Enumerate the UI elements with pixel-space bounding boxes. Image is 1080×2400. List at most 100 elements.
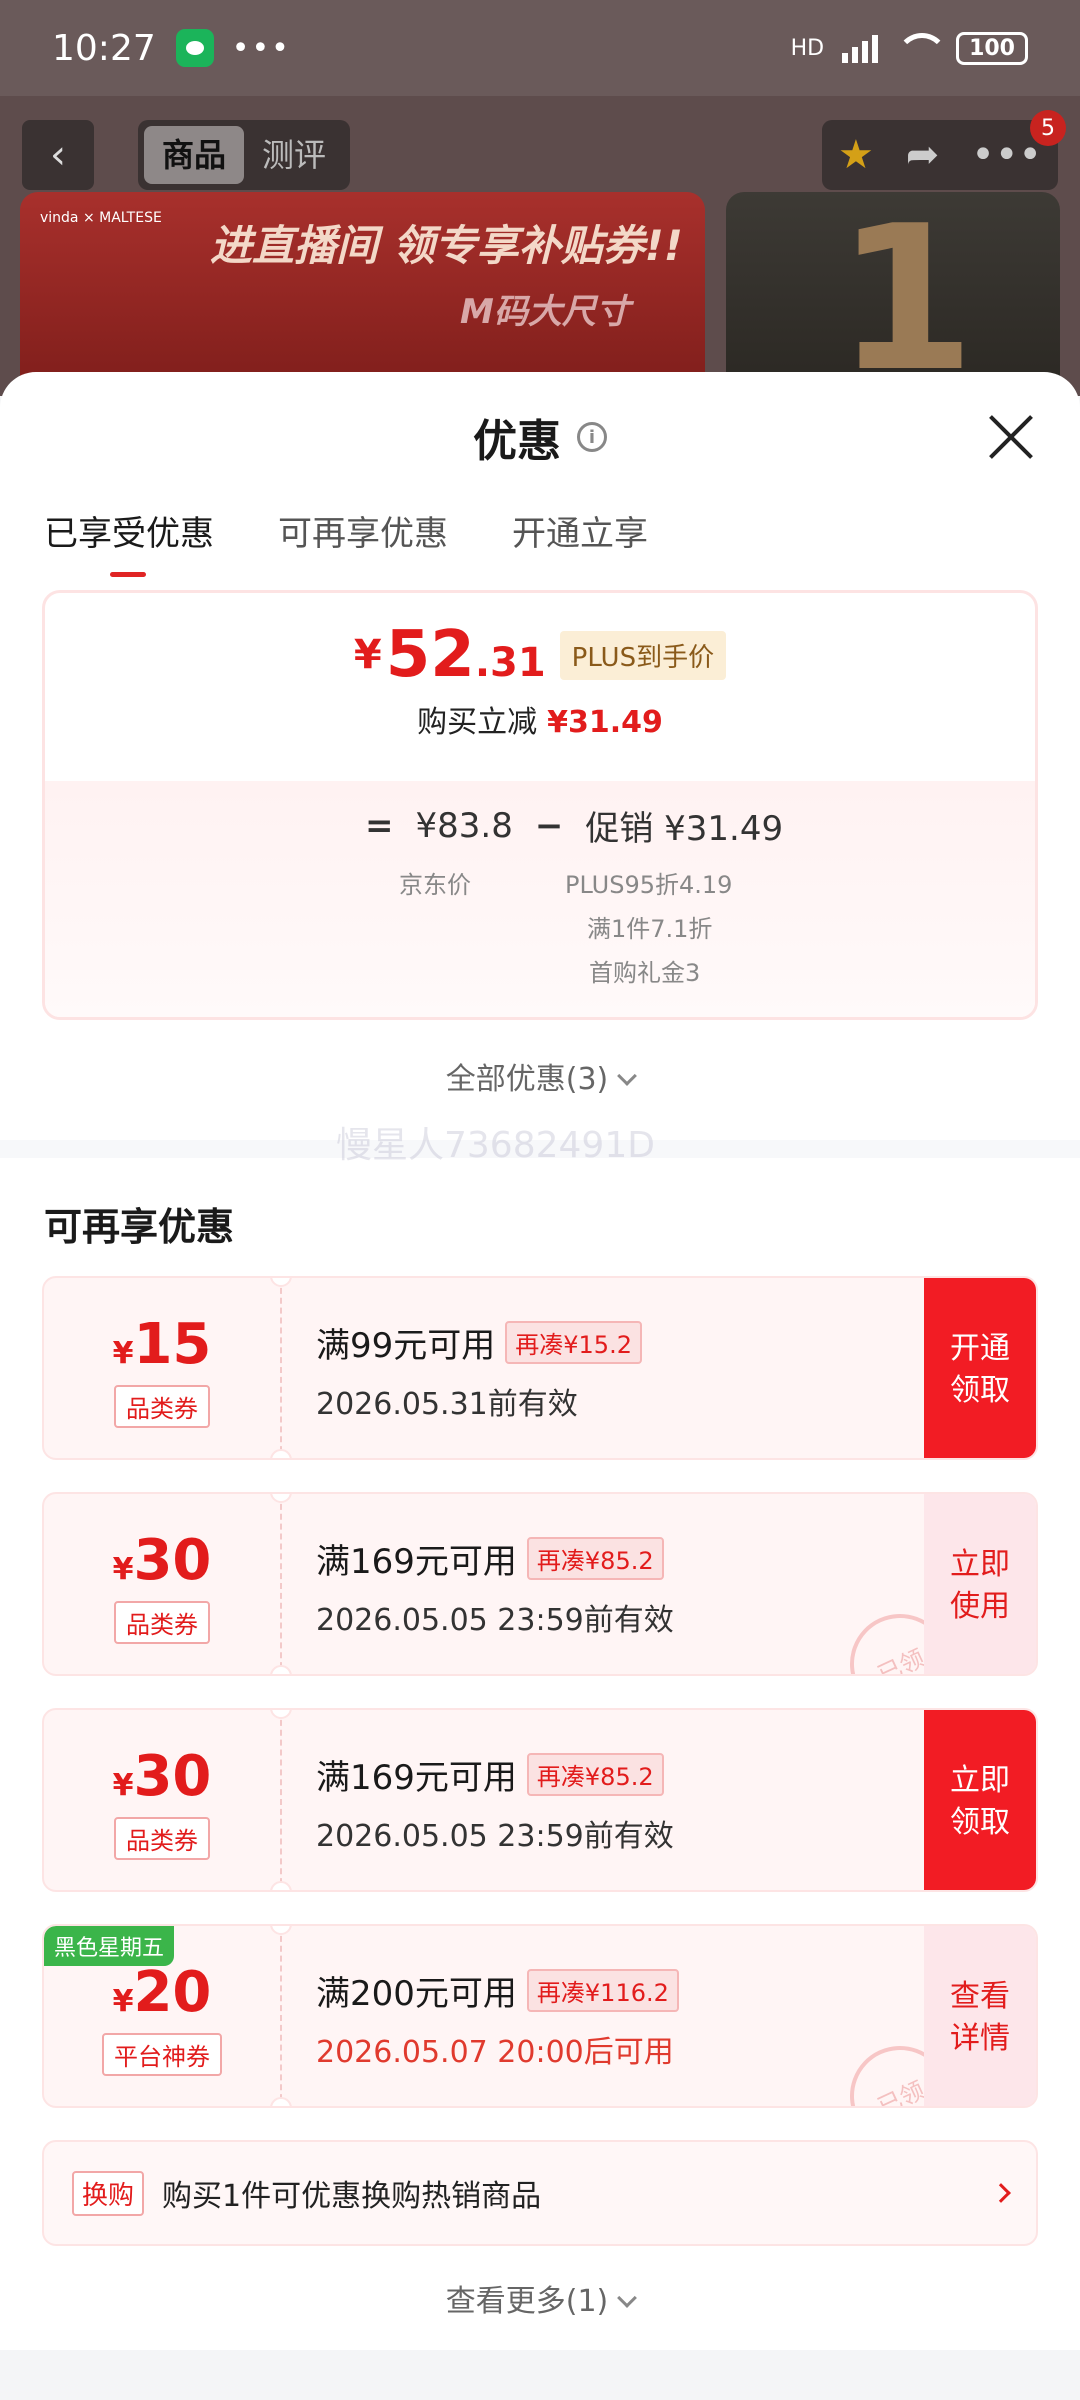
favorite-star-icon[interactable]: ★ [838, 132, 874, 178]
price-integer: 52 [385, 618, 475, 692]
coupon-value: ¥15 品类券 [44, 1278, 280, 1458]
swap-text: 购买1件可优惠换购热销商品 [162, 2179, 542, 2214]
claim-now-button[interactable]: 立即 领取 [924, 1710, 1036, 1890]
chevron-down-icon [617, 2288, 638, 2308]
chevron-right-icon [991, 2183, 1011, 2203]
coupon-condition: 满169元可用 [316, 1542, 517, 1582]
coupon-amount: ¥20 [113, 1960, 212, 2025]
reduce-label: 购买立减 [417, 705, 538, 740]
status-bar: 10:27 ••• HD 100 [0, 0, 1080, 96]
tab-enjoyed-discounts[interactable]: 已享受优惠 [44, 506, 214, 583]
notification-badge: 5 [1030, 110, 1066, 146]
tab-more-discounts[interactable]: 可再享优惠 [278, 506, 448, 583]
coupon-amount: ¥30 [113, 1528, 212, 1593]
sheet-title: 优惠 [473, 416, 561, 467]
use-now-button[interactable]: 立即 使用 [924, 1494, 1036, 1674]
close-icon[interactable] [986, 412, 1036, 462]
tab-activate-discounts[interactable]: 开通立享 [512, 506, 648, 583]
coupon-amount: ¥15 [113, 1312, 212, 1377]
chevron-down-icon [617, 1066, 638, 1086]
banner-title: 进直播间 领专享补贴券!! [210, 221, 683, 270]
currency-symbol: ¥ [112, 1552, 134, 1587]
more-icon[interactable]: ••• [971, 132, 1042, 178]
ranking-number: 1 [836, 192, 976, 402]
currency-symbol: ¥ [112, 1768, 134, 1803]
view-more-toggle[interactable]: 查看更多(1) [0, 2276, 1080, 2320]
share-icon[interactable]: ➦ [906, 132, 940, 178]
coupon-validity: 2026.05.05 23:59前有效 [316, 1819, 674, 1854]
coupon-condition: 满200元可用 [316, 1974, 517, 2014]
status-time: 10:27 [52, 27, 156, 69]
brand-logo: vinda × MALTESE [40, 210, 162, 226]
tab-review[interactable]: 测评 [244, 126, 344, 184]
coupon-card: ¥15 品类券 满99元可用 再凑¥15.2 2026.05.31前有效 开通 … [42, 1276, 1038, 1460]
promo-amount: 促销 ¥31.49 [585, 809, 784, 849]
view-more-label: 查看更多(1) [445, 2284, 609, 2319]
reach-amount-tag: 再凑¥85.2 [526, 1753, 664, 1796]
activate-claim-button[interactable]: 开通 领取 [924, 1278, 1036, 1458]
promo-detail-plus: PLUS95折4.19 [565, 871, 733, 899]
currency-symbol: ¥ [112, 1336, 134, 1371]
coupon-type-tag: 品类券 [114, 1385, 210, 1428]
sheet-header: 优惠 i [0, 372, 1080, 502]
reach-amount-tag: 再凑¥116.2 [526, 1969, 679, 2012]
condition-row: 满169元可用 再凑¥85.2 [316, 1750, 674, 1799]
plus-price-tag: PLUS到手价 [559, 630, 727, 680]
tab-active-indicator [110, 572, 146, 577]
coupon-details: 满169元可用 再凑¥85.2 2026.05.05 23:59前有效 [316, 1750, 674, 1855]
price-decimal: .31 [474, 640, 546, 686]
condition-row: 满200元可用 再凑¥116.2 [316, 1966, 679, 2015]
equals-sign: = [365, 805, 394, 846]
discount-sheet: 优惠 i 已享受优惠 可再享优惠 开通立享 ¥ 52 .31 PLUS到手价 购… [0, 372, 1080, 2400]
banner-subtitle: M码大尺寸 [460, 292, 630, 332]
more-notifications-icon: ••• [231, 30, 291, 66]
back-button[interactable]: ‹ [22, 120, 94, 190]
tab-product[interactable]: 商品 [144, 126, 245, 184]
currency-symbol: ¥ [112, 1984, 134, 2019]
section-title: 可再享优惠 [44, 1205, 235, 1249]
jd-price: ¥83.8 [415, 805, 513, 846]
black-friday-badge: 黑色星期五 [44, 1926, 175, 1966]
coupon-details: 满200元可用 再凑¥116.2 2026.05.07 20:00后可用 [316, 1966, 679, 2071]
all-discounts-toggle[interactable]: 全部优惠(3) [0, 1054, 1080, 1098]
condition-row: 满99元可用 再凑¥15.2 [316, 1318, 642, 1367]
wifi-icon [896, 33, 949, 63]
coupon-validity: 2026.05.07 20:00后可用 [316, 2035, 674, 2070]
amount-number: 20 [133, 1960, 212, 2025]
coupon-value: ¥30 品类券 [44, 1710, 280, 1890]
amount-number: 30 [133, 1744, 212, 1809]
promo-banner[interactable]: vinda × MALTESE 进直播间 领专享补贴券!! M码大尺寸 [20, 192, 705, 402]
info-icon[interactable]: i [577, 422, 607, 452]
price-breakdown: = ¥83.8 − 促销 ¥31.49 京东价 PLUS95折4.19 满1件7… [45, 781, 1035, 1017]
network-label: HD [790, 35, 825, 61]
all-discounts-label: 全部优惠(3) [445, 1062, 609, 1097]
nav-actions: ★ ➦ ••• 5 [822, 110, 1066, 190]
notch [270, 1665, 292, 1674]
coupon-card: ¥30 品类券 满169元可用 再凑¥85.2 2026.05.05 23:59… [42, 1708, 1038, 1892]
reach-amount-tag: 再凑¥15.2 [505, 1321, 642, 1364]
coupon-type-tag: 品类券 [114, 1817, 210, 1860]
perforation [280, 1278, 282, 1458]
view-details-button[interactable]: 查看 详情 [924, 1926, 1036, 2106]
user-watermark: 慢星人73682491D [336, 1125, 655, 1166]
segment-control: 商品 测评 [138, 120, 351, 190]
price-formula: = ¥83.8 − 促销 ¥31.49 [343, 801, 783, 850]
final-price: ¥ 52 .31 PLUS到手价 [353, 618, 727, 692]
notch [270, 1881, 292, 1890]
product-image-banner[interactable]: 1 [726, 192, 1060, 402]
swap-purchase-bar[interactable]: 换购 购买1件可优惠换购热销商品 [42, 2140, 1038, 2246]
status-right: HD 100 [790, 31, 1028, 65]
bottom-band [0, 2350, 1080, 2400]
price-symbol: ¥ [353, 632, 382, 678]
coupon-amount: ¥30 [113, 1744, 212, 1809]
amount-number: 30 [133, 1528, 212, 1593]
perforation [280, 1926, 282, 2106]
wechat-icon [175, 29, 214, 67]
coupon-card: ¥20 平台神券 黑色星期五 满200元可用 再凑¥116.2 2026.05.… [42, 1924, 1038, 2108]
promo-detail-gift: 首购礼金3 [589, 959, 701, 987]
coupon-value: ¥30 品类券 [44, 1494, 280, 1674]
product-header-background: ‹ 商品 测评 ★ ➦ ••• 5 vinda × MALTESE 进直播间 领… [0, 96, 1080, 402]
minus-sign: − [534, 805, 564, 846]
coupon-details: 满99元可用 再凑¥15.2 2026.05.31前有效 [316, 1318, 642, 1423]
condition-row: 满169元可用 再凑¥85.2 [316, 1534, 674, 1583]
